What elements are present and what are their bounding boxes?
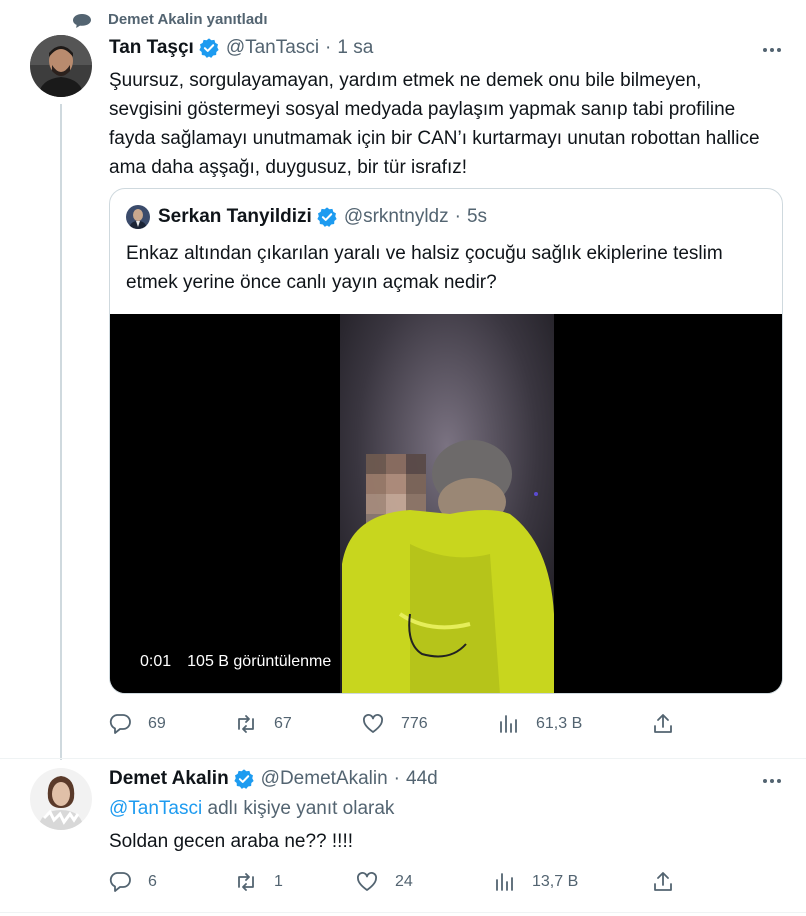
author-handle[interactable]: @DemetAkalin [261, 768, 388, 790]
tweet-header: Demet Akalin @DemetAkalin · 44d [109, 768, 438, 790]
author-handle[interactable]: @TanTasci [226, 37, 319, 59]
share-icon [654, 872, 672, 891]
mention-link[interactable]: @TanTasci [109, 798, 202, 819]
views-icon [500, 715, 517, 733]
share-icon [654, 714, 672, 733]
reply-button[interactable]: 6 [108, 870, 157, 894]
verified-badge-icon[interactable] [198, 37, 220, 59]
avatar[interactable] [30, 35, 92, 97]
tweet-header: Tan Taşçı @TanTasci · 1 sa [109, 37, 373, 59]
quoted-timestamp[interactable]: 5s [467, 206, 487, 228]
verified-badge-icon[interactable] [233, 768, 255, 790]
quoted-tweet[interactable]: Serkan Tanyildizi @srkntnyldz · 5s Enkaz… [109, 188, 783, 694]
verified-badge-icon[interactable] [316, 206, 338, 228]
meta-separator: · [325, 37, 332, 58]
quoted-author-name[interactable]: Serkan Tanyildizi [158, 206, 312, 228]
retweet-icon [238, 873, 254, 891]
share-button[interactable] [651, 870, 675, 894]
reply-button[interactable]: 69 [108, 712, 166, 736]
reply-count: 69 [148, 715, 166, 732]
tweet-divider [0, 758, 806, 759]
retweet-count: 67 [274, 715, 292, 732]
reply-icon [109, 872, 131, 892]
views-button[interactable]: 13,7 B [492, 870, 578, 894]
views-count: 13,7 B [532, 873, 579, 890]
author-name[interactable]: Tan Taşçı [109, 37, 194, 59]
author-name[interactable]: Demet Akalin [109, 768, 229, 790]
share-button[interactable] [651, 712, 675, 736]
like-button[interactable]: 776 [361, 712, 428, 736]
video-player[interactable]: 0:01 105 B görüntülenme [110, 314, 782, 693]
reply-icon [109, 714, 131, 734]
video-views: 105 B görüntülenme [187, 653, 332, 670]
replying-to: @TanTasci adlı kişiye yanıt olarak [109, 798, 394, 820]
social-context-label: Demet Akalin yanıtladı [108, 11, 268, 28]
meta-separator: · [393, 768, 400, 789]
video-frame [110, 314, 782, 693]
views-count: 61,3 B [536, 715, 583, 732]
thread-line [60, 104, 62, 760]
avatar[interactable] [30, 768, 92, 830]
like-icon [363, 714, 383, 733]
tweet-text: Soldan gecen araba ne?? !!!! [109, 831, 354, 852]
replying-to-label: adlı kişiye yanıt olarak [202, 798, 395, 819]
like-button[interactable]: 24 [355, 870, 413, 894]
quoted-tweet-text: Enkaz altından çıkarılan yaralı ve halsi… [126, 243, 723, 293]
timestamp[interactable]: 44d [406, 768, 438, 790]
meta-separator: · [454, 206, 461, 227]
video-time: 0:01 [140, 653, 172, 670]
tweet-divider [0, 912, 806, 913]
timestamp[interactable]: 1 sa [337, 37, 373, 59]
retweet-icon [238, 715, 254, 733]
tweet-text: Şuursuz, sorgulayamayan, yardım etmek ne… [109, 70, 760, 178]
more-icon[interactable] [760, 38, 784, 62]
views-button[interactable]: 61,3 B [496, 712, 582, 736]
quoted-avatar[interactable] [126, 205, 150, 229]
retweet-button[interactable]: 67 [234, 712, 292, 736]
quoted-tweet-header: Serkan Tanyildizi @srkntnyldz · 5s [126, 205, 487, 229]
like-count: 776 [401, 715, 428, 732]
like-icon [357, 872, 377, 891]
video-meta-badge: 0:01 105 B görüntülenme [132, 648, 340, 676]
retweet-button[interactable]: 1 [234, 870, 283, 894]
views-icon [496, 873, 513, 891]
speech-bubble-icon [73, 14, 91, 28]
retweet-count: 1 [274, 873, 283, 890]
reply-count: 6 [148, 873, 157, 890]
more-icon[interactable] [760, 769, 784, 793]
like-count: 24 [395, 873, 413, 890]
quoted-author-handle[interactable]: @srkntnyldz [344, 206, 449, 228]
